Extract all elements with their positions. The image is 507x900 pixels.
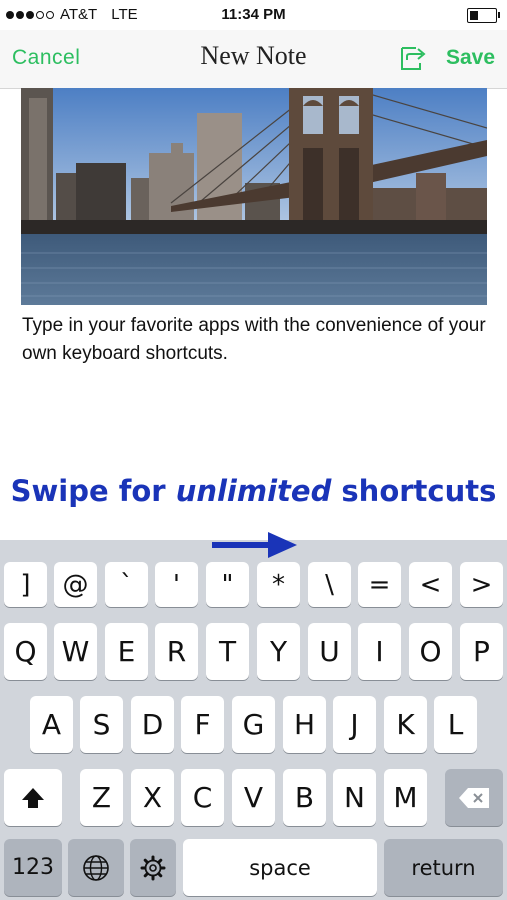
key-letter[interactable]: P <box>460 623 503 680</box>
save-button[interactable]: Save <box>446 46 495 70</box>
key-symbol[interactable]: ` <box>105 562 148 607</box>
key-letter[interactable]: H <box>283 696 326 753</box>
clock: 11:34 PM <box>221 6 286 23</box>
page-title: New Note <box>200 41 307 70</box>
key-letter[interactable]: C <box>181 769 224 826</box>
promo-prefix: Swipe for <box>10 474 176 508</box>
key-symbol[interactable]: * <box>257 562 300 607</box>
key-symbol[interactable]: \ <box>308 562 351 607</box>
key-letter[interactable]: B <box>283 769 326 826</box>
promo-suffix: shortcuts <box>331 474 497 508</box>
key-letter[interactable]: Y <box>257 623 300 680</box>
key-letter[interactable]: T <box>206 623 249 680</box>
key-letter[interactable]: Z <box>80 769 123 826</box>
bridge-photo <box>21 88 487 305</box>
key-letter[interactable]: V <box>232 769 275 826</box>
key-letter[interactable]: E <box>105 623 148 680</box>
key-letter[interactable]: G <box>232 696 275 753</box>
key-letter[interactable]: A <box>30 696 73 753</box>
key-letter[interactable]: Q <box>4 623 47 680</box>
battery-icon <box>467 8 500 23</box>
key-letter[interactable]: U <box>308 623 351 680</box>
key-letter[interactable]: F <box>181 696 224 753</box>
settings-key[interactable] <box>130 839 176 896</box>
navigation-bar: Cancel New Note Save <box>0 30 507 89</box>
return-key[interactable]: return <box>384 839 503 896</box>
shift-icon <box>22 787 44 808</box>
backspace-icon <box>459 787 489 808</box>
key-letter[interactable]: M <box>384 769 427 826</box>
keyboard: ] @ ` ' " * \ = < > Q W E R T Y U I O P … <box>0 540 507 900</box>
key-letter[interactable]: L <box>434 696 477 753</box>
delete-key[interactable] <box>445 769 503 826</box>
globe-key[interactable] <box>68 839 124 896</box>
key-symbol[interactable]: @ <box>54 562 97 607</box>
key-letter[interactable]: S <box>80 696 123 753</box>
promo-banner: Swipe for unlimited shortcuts <box>0 474 507 508</box>
globe-icon <box>83 854 109 881</box>
key-symbol[interactable]: = <box>358 562 401 607</box>
note-body-text[interactable]: Type in your favorite apps with the conv… <box>22 312 492 368</box>
key-symbol[interactable]: > <box>460 562 503 607</box>
promo-emphasis: unlimited <box>175 474 332 508</box>
key-symbol[interactable]: ] <box>4 562 47 607</box>
key-letter[interactable]: W <box>54 623 97 680</box>
key-letter[interactable]: X <box>131 769 174 826</box>
key-symbol[interactable]: < <box>409 562 452 607</box>
key-letter[interactable]: N <box>333 769 376 826</box>
key-letter[interactable]: J <box>333 696 376 753</box>
key-letter[interactable]: K <box>384 696 427 753</box>
key-letter[interactable]: D <box>131 696 174 753</box>
space-key[interactable]: space <box>183 839 377 896</box>
key-letter[interactable]: I <box>358 623 401 680</box>
key-letter[interactable]: O <box>409 623 452 680</box>
key-symbol[interactable]: ' <box>155 562 198 607</box>
share-icon[interactable] <box>398 42 428 74</box>
key-symbol[interactable]: " <box>206 562 249 607</box>
key-letter[interactable]: R <box>155 623 198 680</box>
gear-icon <box>140 855 166 880</box>
shift-key[interactable] <box>4 769 62 826</box>
swipe-arrow-icon <box>212 532 297 558</box>
status-bar: AT&T LTE 11:34 PM <box>0 0 507 30</box>
numbers-key[interactable]: 123 <box>4 839 62 896</box>
